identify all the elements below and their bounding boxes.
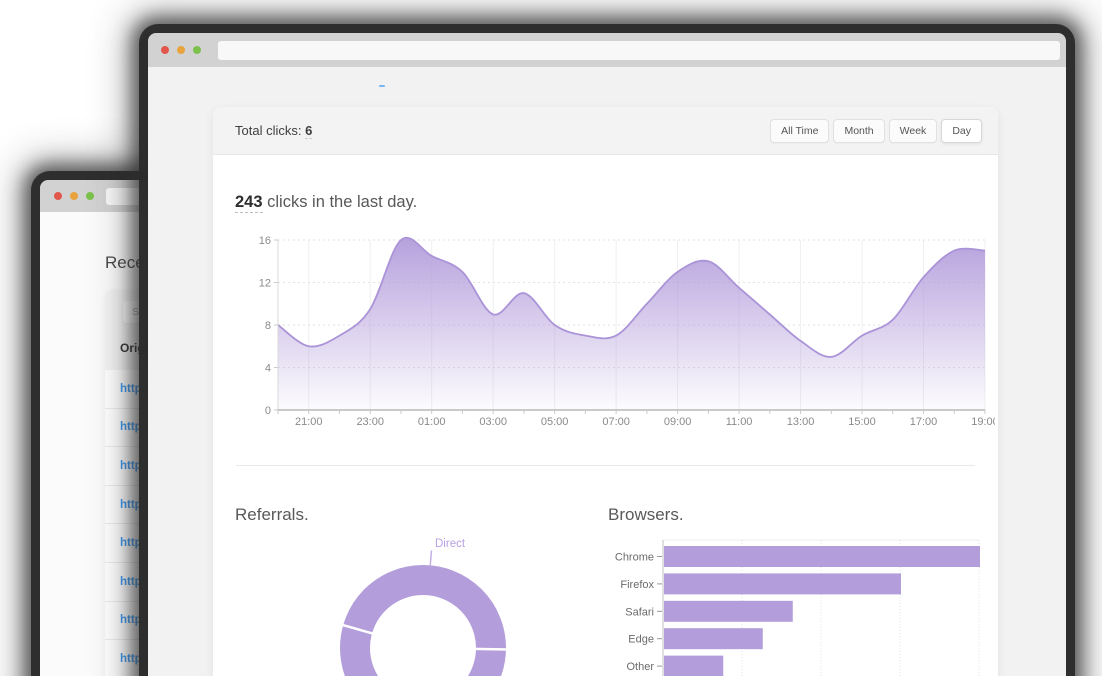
total-clicks-label: Total clicks: <box>235 123 302 138</box>
svg-text:05:00: 05:00 <box>541 416 569 428</box>
clicks-headline: 243 clicks in the last day. <box>235 193 418 213</box>
svg-text:0: 0 <box>265 405 271 417</box>
blue-dash-decoration <box>379 85 385 87</box>
filter-button-week[interactable]: Week <box>888 118 938 143</box>
minimize-window-icon[interactable] <box>70 192 78 200</box>
analytics-card-header: Total clicks: 6 All Time Month Week Day <box>213 107 998 155</box>
total-clicks-value: 6 <box>305 123 313 139</box>
maximize-window-icon[interactable] <box>86 192 94 200</box>
donut-slice-label: Direct <box>435 538 466 550</box>
clicks-count: 243 <box>235 193 263 213</box>
svg-text:8: 8 <box>265 320 271 332</box>
svg-text:17:00: 17:00 <box>910 416 938 428</box>
svg-text:Edge: Edge <box>628 634 654 646</box>
clicks-headline-text: clicks in the last day. <box>262 193 418 211</box>
svg-text:Safari: Safari <box>625 606 654 618</box>
svg-text:21:00: 21:00 <box>295 416 323 428</box>
back-traffic-lights <box>54 192 94 200</box>
svg-text:09:00: 09:00 <box>664 416 692 428</box>
browsers-title: Browsers. <box>608 505 684 524</box>
filter-button-day[interactable]: Day <box>941 118 982 143</box>
front-traffic-lights <box>161 46 201 54</box>
close-window-icon[interactable] <box>54 192 62 200</box>
clicks-area-chart: 0 4 8 12 16 21:00 23:00 01:00 03:00 05:00 07:00 09:… <box>259 235 995 428</box>
svg-text:4: 4 <box>265 363 271 375</box>
svg-text:23:00: 23:00 <box>356 416 384 428</box>
svg-text:16: 16 <box>259 235 271 247</box>
analytics-card: Total clicks: 6 All Time Month Week Day 243… <box>213 107 998 676</box>
page: Recent Origin https:https:https:https:ht… <box>0 0 1102 676</box>
svg-text:Firefox: Firefox <box>620 579 654 591</box>
svg-text:07:00: 07:00 <box>602 416 630 428</box>
maximize-window-icon[interactable] <box>193 46 201 54</box>
section-divider <box>236 465 975 466</box>
svg-text:11:00: 11:00 <box>726 416 753 428</box>
referrals-donut-chart <box>339 550 510 676</box>
front-url-bar[interactable] <box>218 41 1060 60</box>
svg-text:19:00: 19:00 <box>971 416 995 428</box>
browsers-bar-chart: Chrome Firefox Safari Edge Other <box>615 539 980 676</box>
minimize-window-icon[interactable] <box>177 46 185 54</box>
svg-text:01:00: 01:00 <box>418 416 446 428</box>
filter-buttons: All Time Month Week Day <box>770 118 982 143</box>
svg-text:Other: Other <box>626 661 654 673</box>
referrals-title: Referrals. <box>235 505 309 524</box>
analytics-browser-window: Total clicks: 6 All Time Month Week Day 243… <box>148 33 1066 676</box>
svg-text:03:00: 03:00 <box>479 416 507 428</box>
svg-text:12: 12 <box>259 278 271 290</box>
total-clicks: Total clicks: 6 <box>235 123 313 139</box>
filter-button-all-time[interactable]: All Time <box>770 118 830 143</box>
svg-text:15:00: 15:00 <box>848 416 876 428</box>
filter-button-month[interactable]: Month <box>833 118 885 143</box>
svg-text:Chrome: Chrome <box>615 552 654 564</box>
close-window-icon[interactable] <box>161 46 169 54</box>
svg-text:13:00: 13:00 <box>787 416 815 428</box>
front-window-chrome <box>148 33 1066 67</box>
